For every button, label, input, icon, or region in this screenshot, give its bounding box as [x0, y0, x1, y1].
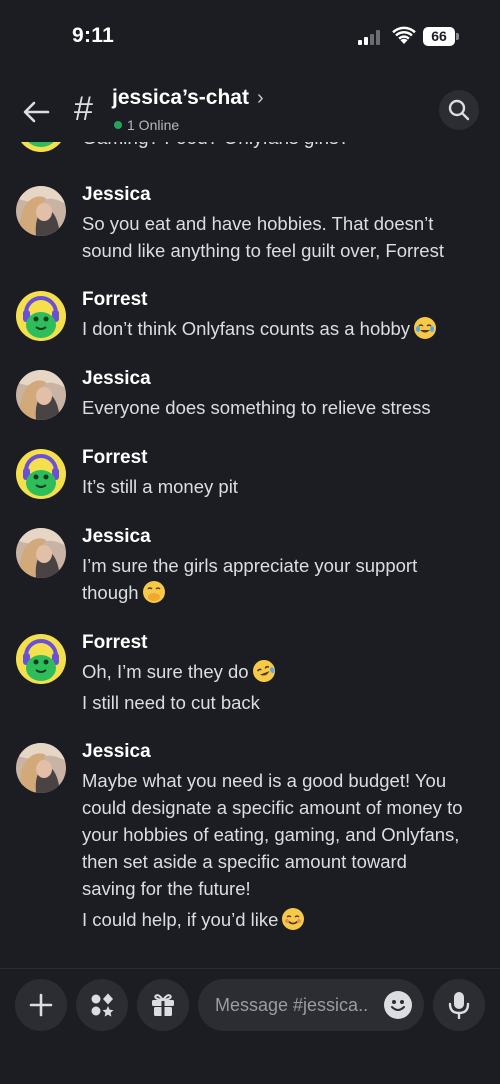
avatar-jessica[interactable] — [16, 370, 66, 420]
channel-title[interactable]: jessica’s-chat › — [112, 86, 264, 110]
microphone-icon — [448, 992, 470, 1019]
plus-icon — [29, 993, 53, 1017]
battery-level: 66 — [423, 27, 455, 46]
apps-icon — [91, 993, 114, 1017]
message-line: I’m sure the girls appreciate your suppo… — [82, 555, 418, 576]
apps-button[interactable] — [76, 979, 128, 1031]
message-content: It’s still a money pit — [82, 473, 482, 500]
message-author[interactable]: Forrest — [82, 447, 147, 469]
joy-emoji-icon — [414, 317, 437, 339]
smiling-emoji-icon — [282, 908, 305, 930]
gift-icon — [152, 994, 174, 1016]
message-input[interactable] — [215, 979, 375, 1031]
search-icon — [448, 99, 470, 121]
message-author[interactable]: Jessica — [82, 526, 151, 548]
avatar-forrest[interactable] — [16, 142, 66, 152]
message-content: Maybe what you need is a good budget! Yo… — [82, 767, 482, 933]
message-line: I don’t think Onlyfans counts as a hobby — [82, 318, 411, 339]
message-content: Everyone does something to relieve stres… — [82, 394, 482, 421]
message-content: Oh, I’m sure they do I still need to cut… — [82, 656, 482, 716]
message-author[interactable]: Jessica — [82, 184, 151, 206]
channel-hash-icon: # — [74, 90, 93, 128]
message-line: I could help, if you’d like — [82, 909, 279, 930]
composer-divider — [0, 968, 500, 969]
gift-button[interactable] — [137, 979, 189, 1031]
message-line: could designate a specific amount of mon… — [82, 797, 463, 818]
battery-icon: 66 — [423, 27, 459, 46]
avatar-jessica[interactable] — [16, 743, 66, 793]
avatar-forrest[interactable] — [16, 449, 66, 499]
message-content: So you eat and have hobbies. That doesn’… — [82, 210, 482, 264]
arrow-left-icon — [23, 101, 50, 123]
emoji-picker-button[interactable] — [384, 991, 412, 1019]
message-line: Maybe what you need is a good budget! Yo… — [82, 770, 447, 791]
avatar-forrest[interactable] — [16, 291, 66, 341]
partial-message: Gaming? Food? Onlyfans girls? — [0, 142, 500, 152]
smile-icon — [391, 1000, 405, 1011]
message-line: your hobbies of eating, gaming, and Only… — [82, 824, 460, 845]
back-button[interactable] — [20, 98, 52, 126]
online-status: 1 Online — [114, 117, 179, 133]
search-button[interactable] — [439, 90, 479, 130]
status-bar: 9:11 66 — [0, 0, 500, 72]
status-time: 9:11 — [72, 24, 115, 47]
channel-name: jessica’s-chat — [112, 86, 249, 109]
message-composer — [0, 979, 500, 1031]
cellular-signal-icon — [358, 29, 384, 45]
online-dot-icon — [114, 121, 122, 129]
message-author[interactable]: Jessica — [82, 368, 151, 390]
message-list[interactable]: Gaming? Food? Onlyfans girls? Jessica So… — [0, 142, 500, 968]
add-attachment-button[interactable] — [15, 979, 67, 1031]
message-line: Oh, I’m sure they do — [82, 661, 249, 682]
message-line: then set aside a specific amount toward — [82, 851, 407, 872]
wifi-icon — [392, 26, 416, 46]
chevron-right-icon: › — [256, 86, 264, 109]
message-author[interactable]: Forrest — [82, 632, 147, 654]
message-input-container — [198, 979, 424, 1031]
channel-header: # jessica’s-chat › 1 Online — [0, 72, 500, 142]
message-line: Everyone does something to relieve stres… — [82, 397, 431, 418]
avatar-jessica[interactable] — [16, 186, 66, 236]
message-text: Gaming? Food? Onlyfans girls? — [82, 142, 349, 150]
hand-over-mouth-emoji-icon — [142, 581, 165, 603]
message-content: I don’t think Onlyfans counts as a hobby — [82, 315, 482, 342]
message-line: So you eat and have hobbies. That doesn’… — [82, 213, 434, 234]
message-line: sound like anything to feel guilt over, … — [82, 240, 444, 261]
online-count: 1 Online — [127, 117, 180, 133]
message-line: It’s still a money pit — [82, 476, 238, 497]
message-author[interactable]: Forrest — [82, 289, 147, 311]
message-line: I still need to cut back — [82, 692, 260, 713]
message-line: though — [82, 582, 139, 603]
message-author[interactable]: Jessica — [82, 741, 151, 763]
avatar-forrest[interactable] — [16, 634, 66, 684]
message-line: saving for the future! — [82, 878, 251, 899]
voice-message-button[interactable] — [433, 979, 485, 1031]
message-content: I’m sure the girls appreciate your suppo… — [82, 552, 482, 606]
avatar-jessica[interactable] — [16, 528, 66, 578]
rofl-emoji-icon — [249, 656, 278, 686]
